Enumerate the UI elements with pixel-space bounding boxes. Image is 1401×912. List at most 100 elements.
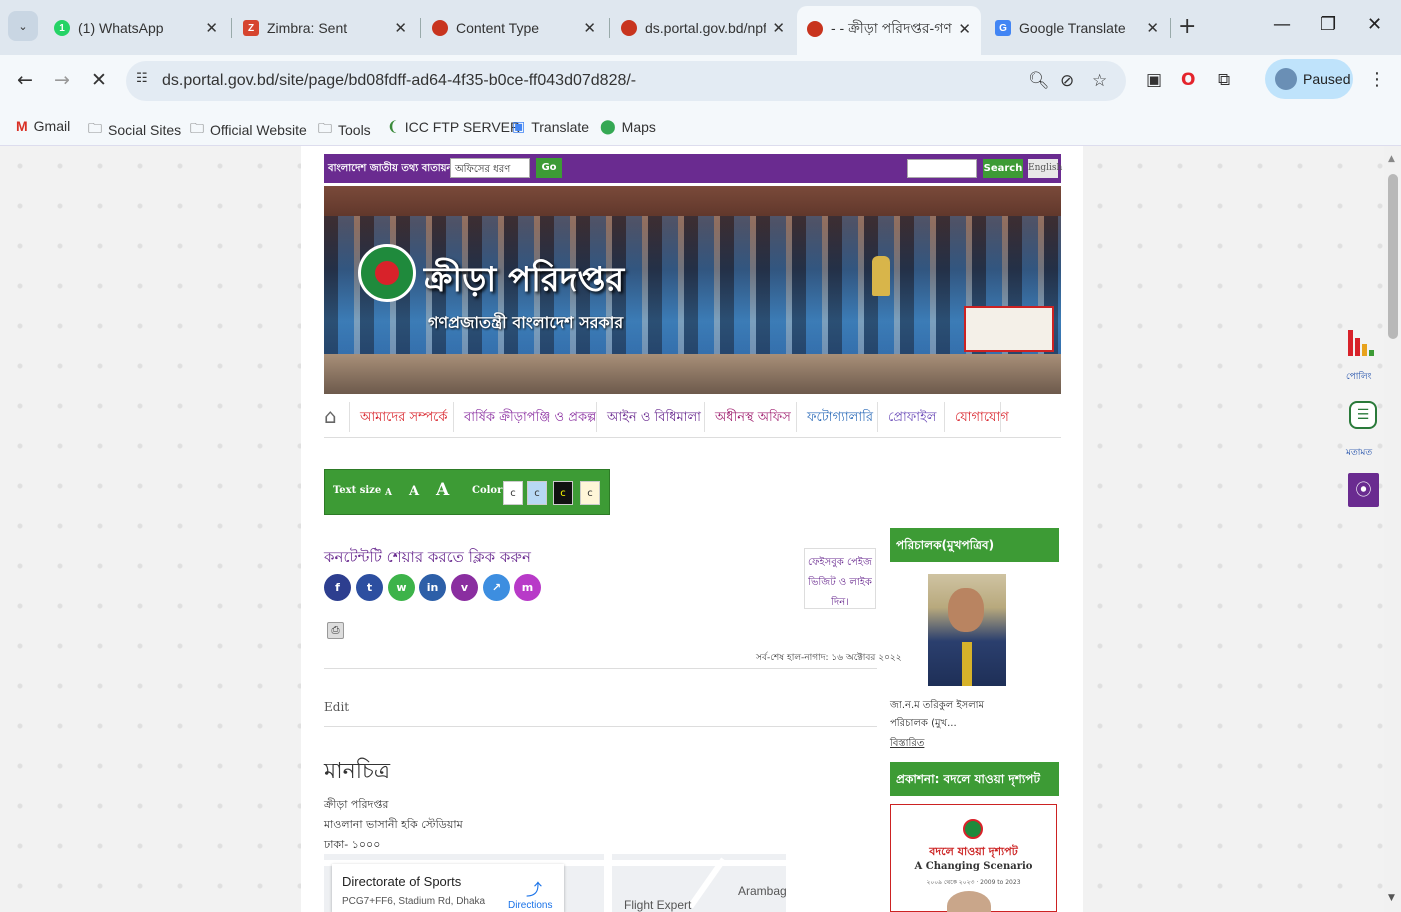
nav-calendar[interactable]: বার্ষিক ক্রীড়াপঞ্জি ও প্রকল্প (464, 408, 596, 429)
nav-offices[interactable]: অধীনস্থ অফিস (715, 408, 791, 429)
poll-icon[interactable] (1348, 326, 1378, 356)
close-icon[interactable]: ✕ (958, 20, 971, 38)
map-label: Flight Expert (624, 898, 692, 912)
opera-icon[interactable]: O (1181, 70, 1195, 90)
color-option-blue[interactable]: c (527, 481, 547, 505)
copy-link-icon[interactable]: ↗ (483, 574, 510, 601)
restore-icon[interactable]: ❐ (1320, 14, 1336, 35)
feedback-icon[interactable]: ☰ (1349, 401, 1377, 429)
stop-loading-icon[interactable]: ✕ (91, 69, 107, 91)
tab-title: ds.portal.gov.bd/npfo (645, 20, 767, 36)
nav-about[interactable]: আমাদের সম্পর্কে (360, 408, 447, 429)
bookmark-translate[interactable]: ▣ Translate (512, 118, 589, 135)
feedback-label[interactable]: মতামত (1346, 445, 1372, 460)
extensions-icon[interactable]: ⧉ (1218, 70, 1230, 90)
site-banner: ক্রীড়া পরিদপ্তর গণপ্রজাতন্ত্রী বাংলাদেশ… (324, 186, 1061, 394)
go-button[interactable]: Go (536, 158, 562, 178)
bookmark-social-sites[interactable]: 🗀 Social Sites (88, 118, 181, 142)
messenger-share-icon[interactable]: m (514, 574, 541, 601)
window-close-icon[interactable]: ✕ (1367, 14, 1382, 35)
scroll-down-icon[interactable]: ▼ (1388, 893, 1395, 903)
tab-title: (1) WhatsApp (78, 20, 164, 36)
text-size-medium[interactable]: A (409, 484, 419, 499)
close-icon[interactable]: ✕ (205, 19, 218, 37)
poll-label[interactable]: পোলিং (1346, 369, 1372, 384)
facebook-share-icon[interactable]: f (324, 574, 351, 601)
twitter-share-icon[interactable]: t (356, 574, 383, 601)
scrollbar-thumb[interactable] (1388, 174, 1398, 339)
edit-link[interactable]: Edit (324, 700, 349, 714)
portal-header-strip: বাংলাদেশ জাতীয় তথ্য বাতায়ন অফিসের ধরণ … (324, 154, 1062, 183)
close-icon[interactable]: ✕ (583, 19, 596, 37)
banner-title: ক্রীড়া পরিদপ্তর (424, 260, 625, 300)
color-option-black[interactable]: c (553, 481, 573, 505)
scrollbar[interactable]: ▲ ▼ (1384, 146, 1401, 912)
bookmark-official-website[interactable]: 🗀 Official Website (190, 118, 307, 142)
forward-icon[interactable]: → (54, 69, 70, 91)
tab-zimbra[interactable]: Z Zimbra: Sent ✕ (233, 9, 417, 47)
text-size-large[interactable]: A (436, 480, 449, 500)
address-bar[interactable]: ☷ ds.portal.gov.bd/site/page/bd08fdff-ad… (126, 61, 1126, 101)
eye-off-icon[interactable]: ⊘ (1060, 71, 1074, 91)
portal-link[interactable]: বাংলাদেশ জাতীয় তথ্য বাতায়ন (328, 161, 452, 178)
more-menu-icon[interactable]: ⋮ (1368, 69, 1386, 90)
text-size-small[interactable]: A (385, 488, 392, 498)
new-tab-icon[interactable]: + (1178, 14, 1196, 39)
print-icon[interactable]: ⎙ (327, 622, 344, 639)
site-search-input[interactable] (907, 159, 977, 178)
tab-whatsapp[interactable]: 1 (1) WhatsApp ✕ (44, 9, 228, 47)
tab-ds-portal[interactable]: ds.portal.gov.bd/npfo ✕ (611, 9, 795, 47)
picture-in-picture-icon[interactable]: ▣ (1146, 70, 1162, 90)
bookmark-maps[interactable]: ⬤ Maps (600, 118, 656, 135)
directions-link[interactable]: Directions (508, 900, 552, 911)
close-icon[interactable]: ✕ (1146, 19, 1159, 37)
close-icon[interactable]: ✕ (394, 19, 407, 37)
bookmark-icc-ftp[interactable]: ❨ ICC FTP SERVER (387, 118, 520, 135)
publication-card[interactable]: বদলে যাওয়া দৃশ্যপট A Changing Scenario … (890, 804, 1057, 912)
folder-icon: 🗀 (88, 120, 102, 136)
url-text[interactable]: ds.portal.gov.bd/site/page/bd08fdff-ad64… (162, 72, 636, 90)
whatsapp-share-icon[interactable]: w (388, 574, 415, 601)
place-name: Directorate of Sports (342, 874, 462, 889)
back-icon[interactable]: ← (17, 69, 33, 91)
folder-icon: 🗀 (190, 120, 204, 136)
director-title: পরিচালক (মুখ... (890, 718, 957, 729)
directions-icon[interactable]: ⤴ (526, 876, 542, 900)
google-map-embed[interactable]: Arambag Flight Expert Directorate of Spo… (324, 854, 786, 912)
scroll-up-icon[interactable]: ▲ (1388, 154, 1395, 164)
tab-active[interactable]: - - ক্রীড়া পরিদপ্তর-গণ ✕ (797, 6, 981, 55)
publication-title-en: A Changing Scenario (914, 861, 1033, 872)
bookmark-tools[interactable]: 🗀 Tools (318, 118, 371, 142)
fb-box-line: দিন। (831, 597, 849, 608)
tab-search-button[interactable]: ⌄ (8, 11, 38, 41)
avatar (1275, 68, 1297, 90)
office-type-select[interactable]: অফিসের ধরণ (450, 158, 530, 178)
site-info-icon[interactable]: ☷ (136, 71, 148, 86)
minimize-icon[interactable]: — (1273, 14, 1291, 35)
english-button[interactable]: English (1028, 159, 1062, 178)
accessibility-icon[interactable]: ⦿ (1348, 473, 1379, 507)
color-option-white[interactable]: c (503, 481, 523, 505)
leaf-icon: ❨ (387, 118, 399, 134)
linkedin-share-icon[interactable]: in (419, 574, 446, 601)
tab-title: - - ক্রীড়া পরিদপ্তর-গণ (831, 20, 952, 36)
bookmark-star-icon[interactable]: ☆ (1092, 71, 1107, 91)
viber-share-icon[interactable]: v (451, 574, 478, 601)
profile-button[interactable]: Paused (1265, 59, 1353, 99)
whatsapp-icon: 1 (54, 20, 70, 36)
close-icon[interactable]: ✕ (772, 19, 785, 37)
map-place-card[interactable]: Directorate of Sports PCG7+FF6, Stadium … (332, 864, 564, 912)
tab-google-translate[interactable]: G Google Translate ✕ (985, 9, 1169, 47)
color-option-cream[interactable]: c (580, 481, 600, 505)
translate-icon: ▣ (512, 118, 526, 134)
nav-law[interactable]: আইন ও বিধিমালা (607, 408, 701, 429)
search-button[interactable]: Search (983, 159, 1023, 178)
bookmark-gmail[interactable]: M Gmail (16, 118, 70, 134)
tab-content-type[interactable]: Content Type ✕ (422, 9, 606, 47)
zoom-icon[interactable]: 🔍︎ (1028, 71, 1050, 91)
nav-profile[interactable]: প্রোফাইল (888, 408, 936, 429)
details-link[interactable]: বিস্তারিত (890, 736, 924, 753)
facebook-page-box[interactable]: ফেইসবুক পেইজ ভিজিট ও লাইক দিন। (804, 548, 876, 609)
nav-gallery[interactable]: ফটোগ্যালারি (807, 408, 873, 429)
home-icon[interactable]: ⌂ (324, 404, 337, 428)
